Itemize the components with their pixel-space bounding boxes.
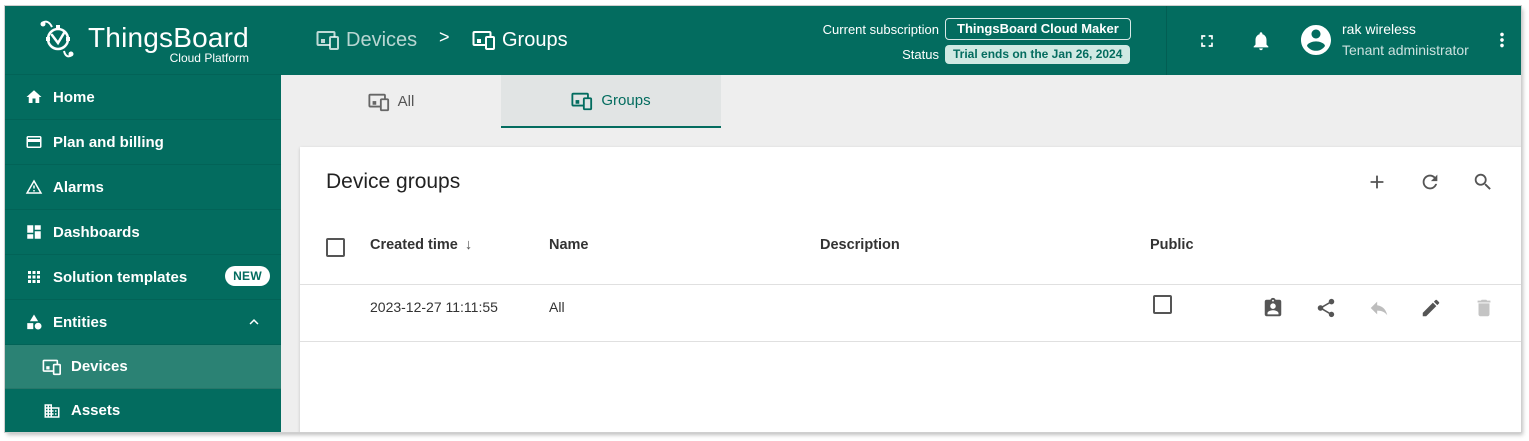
brand-subtitle: Cloud Platform xyxy=(169,51,249,65)
home-icon xyxy=(24,87,44,107)
search-icon xyxy=(1474,173,1491,190)
breadcrumb-label: Devices xyxy=(346,28,418,51)
reply-icon xyxy=(1370,301,1388,316)
dashboard-icon xyxy=(24,222,44,242)
thingsboard-logo-icon xyxy=(40,20,74,58)
app-window: ThingsBoard Cloud Platform Home Plan and… xyxy=(5,6,1521,432)
refresh-button[interactable] xyxy=(1417,169,1443,195)
refresh-icon xyxy=(1422,174,1438,190)
column-header-public[interactable]: Public xyxy=(1150,237,1194,253)
chevron-up-icon[interactable] xyxy=(245,313,263,331)
edit-button[interactable] xyxy=(1417,294,1445,322)
delete-button[interactable] xyxy=(1470,294,1498,322)
domain-icon xyxy=(42,401,62,421)
devices-icon xyxy=(316,31,339,50)
sidebar-item-solution-templates[interactable]: Solution templates NEW xyxy=(5,255,281,300)
brand-title: ThingsBoard xyxy=(88,22,249,53)
top-bar: Devices > Groups Current subscription Th… xyxy=(281,6,1521,75)
header-divider xyxy=(300,284,1521,285)
delete-icon xyxy=(1477,299,1491,317)
public-checkbox[interactable] xyxy=(1153,295,1172,314)
brand-logo[interactable]: ThingsBoard Cloud Platform xyxy=(5,6,281,75)
sidebar: ThingsBoard Cloud Platform Home Plan and… xyxy=(5,6,281,432)
sidebar-item-assets[interactable]: Assets xyxy=(5,389,281,432)
make-private-button[interactable] xyxy=(1365,294,1393,322)
sidebar-item-alarms[interactable]: Alarms xyxy=(5,165,281,210)
column-header-description[interactable]: Description xyxy=(820,237,900,253)
breadcrumb-groups: Groups xyxy=(472,28,568,52)
sidebar-item-label: Plan and billing xyxy=(53,133,164,151)
more-vert-icon[interactable] xyxy=(1490,28,1514,52)
devices-icon xyxy=(368,93,389,111)
warning-icon xyxy=(24,177,44,197)
trial-status-chip[interactable]: Trial ends on the Jan 26, 2024 xyxy=(945,45,1131,64)
sidebar-item-label: Assets xyxy=(71,402,121,419)
sidebar-item-label: Dashboards xyxy=(53,223,140,241)
column-header-created-time[interactable]: Created time ↓ xyxy=(370,237,472,253)
sidebar-item-devices[interactable]: Devices xyxy=(5,345,281,389)
sidebar-nav: Home Plan and billing Alarms Dashboards xyxy=(5,75,281,432)
device-groups-card: Device groups Created time ↓ Name Descri… xyxy=(300,147,1521,432)
credit-card-icon xyxy=(24,132,44,152)
tab-label: Groups xyxy=(601,92,651,109)
sort-arrow-icon: ↓ xyxy=(464,237,473,253)
status-label: Status xyxy=(902,47,939,62)
select-all-checkbox[interactable] xyxy=(326,238,345,257)
sidebar-item-dashboards[interactable]: Dashboards xyxy=(5,210,281,255)
add-group-button[interactable] xyxy=(1364,169,1390,195)
assignment-ind-icon xyxy=(1264,297,1282,317)
share-button[interactable] xyxy=(1312,294,1340,322)
column-header-name[interactable]: Name xyxy=(549,237,589,253)
category-icon xyxy=(24,312,44,332)
sidebar-item-label: Alarms xyxy=(53,178,104,196)
user-role: Tenant administrator xyxy=(1342,42,1469,58)
breadcrumb-devices[interactable]: Devices xyxy=(316,28,417,52)
cell-created-time: 2023-12-27 11:11:55 xyxy=(370,299,498,315)
breadcrumb-separator: > xyxy=(439,27,450,47)
account-avatar-icon[interactable] xyxy=(1298,22,1334,58)
devices-icon xyxy=(472,31,495,50)
edit-icon xyxy=(1422,299,1440,317)
row-divider xyxy=(300,341,1521,342)
column-header-label: Created time xyxy=(370,237,458,253)
sidebar-item-home[interactable]: Home xyxy=(5,75,281,120)
add-icon xyxy=(1370,175,1384,189)
manage-permissions-button[interactable] xyxy=(1259,294,1287,322)
tab-label: All xyxy=(397,93,415,110)
sidebar-item-label: Devices xyxy=(71,358,128,375)
cell-name: All xyxy=(549,299,565,315)
tab-all[interactable]: All xyxy=(281,75,501,128)
subscription-chip[interactable]: ThingsBoard Cloud Maker xyxy=(945,18,1131,40)
breadcrumb-label: Groups xyxy=(502,28,568,51)
user-name[interactable]: rak wireless xyxy=(1342,21,1416,37)
sidebar-item-label: Entities xyxy=(53,313,108,331)
sidebar-item-plan-and-billing[interactable]: Plan and billing xyxy=(5,120,281,165)
search-button[interactable] xyxy=(1470,169,1496,195)
divider xyxy=(1166,6,1167,75)
fullscreen-icon[interactable] xyxy=(1195,29,1219,53)
subscription-label: Current subscription xyxy=(822,22,939,37)
apps-icon xyxy=(24,267,44,287)
new-badge: NEW xyxy=(225,266,270,286)
share-icon xyxy=(1317,298,1335,318)
devices-icon xyxy=(571,92,593,110)
devices-icon xyxy=(42,357,62,377)
sidebar-item-label: Solution templates xyxy=(53,268,188,286)
sidebar-item-label: Home xyxy=(53,88,95,106)
sidebar-item-entities[interactable]: Entities xyxy=(5,300,281,345)
card-title: Device groups xyxy=(326,170,461,193)
tab-bar: All Groups xyxy=(281,75,1521,128)
notifications-bell-icon[interactable] xyxy=(1249,29,1273,53)
tab-groups[interactable]: Groups xyxy=(501,75,721,128)
